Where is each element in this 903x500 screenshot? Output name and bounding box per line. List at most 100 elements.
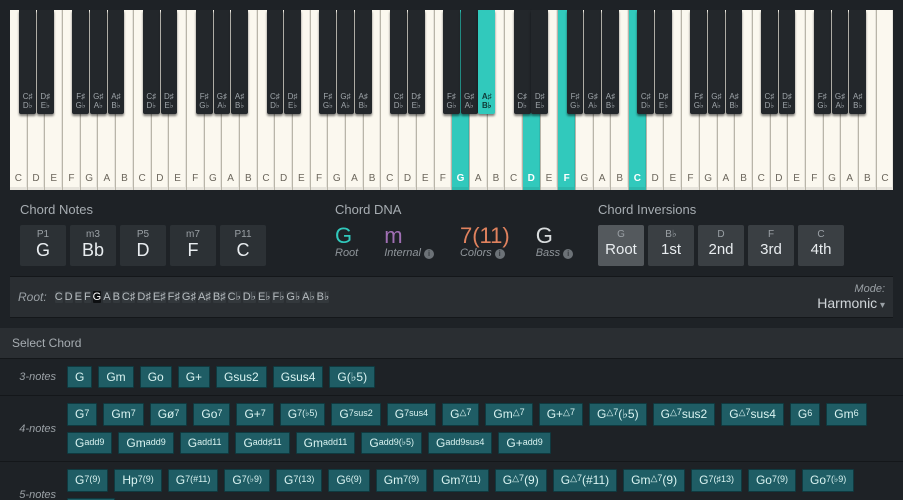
root-button[interactable]: C♭: [228, 291, 241, 303]
root-button[interactable]: C♯: [122, 291, 135, 303]
black-key[interactable]: G♯A♭: [708, 10, 725, 114]
black-key[interactable]: F♯G♭: [319, 10, 336, 114]
black-key[interactable]: C♯D♭: [19, 10, 36, 114]
chord-chip[interactable]: Gm7(9): [376, 469, 427, 492]
chord-note-pill[interactable]: m7F: [170, 225, 216, 266]
black-key[interactable]: A♯B♭: [602, 10, 619, 114]
black-key[interactable]: C♯D♭: [637, 10, 654, 114]
chord-chip[interactable]: Gmadd11: [296, 432, 356, 454]
black-key[interactable]: A♯B♭: [849, 10, 866, 114]
black-key[interactable]: C♯D♭: [143, 10, 160, 114]
chord-chip[interactable]: Gsus2: [216, 366, 267, 388]
black-key[interactable]: A♯B♭: [726, 10, 743, 114]
black-key[interactable]: A♯B♭: [478, 10, 495, 114]
black-key[interactable]: C♯D♭: [761, 10, 778, 114]
chord-chip[interactable]: G6(9): [328, 469, 369, 492]
black-key[interactable]: D♯E♭: [408, 10, 425, 114]
chord-chip[interactable]: G: [67, 366, 92, 388]
info-icon[interactable]: i: [563, 249, 573, 259]
black-key[interactable]: D♯E♭: [161, 10, 178, 114]
black-key[interactable]: F♯G♭: [443, 10, 460, 114]
chord-chip[interactable]: G7sus4: [387, 403, 436, 426]
black-key[interactable]: D♯E♭: [284, 10, 301, 114]
inversion-pill[interactable]: F3rd: [748, 225, 794, 266]
chord-chip[interactable]: G7(13): [276, 469, 322, 492]
chord-chip[interactable]: Gm7: [103, 403, 143, 426]
chord-chip[interactable]: Gadd9(♭5): [361, 432, 422, 454]
root-button[interactable]: G♯: [182, 291, 196, 303]
black-key[interactable]: A♯B♭: [231, 10, 248, 114]
chord-chip[interactable]: G(♭5): [329, 366, 375, 388]
black-key[interactable]: G♯A♭: [90, 10, 107, 114]
chord-chip[interactable]: Gsus4: [273, 366, 324, 388]
inversion-pill[interactable]: GRoot: [598, 225, 644, 266]
black-key[interactable]: D♯E♭: [655, 10, 672, 114]
chord-chip[interactable]: G7: [67, 403, 97, 426]
chord-chip[interactable]: Gm△7(9): [623, 469, 685, 492]
chord-chip[interactable]: Gø7: [150, 403, 188, 426]
chord-chip[interactable]: Go: [140, 366, 172, 388]
chord-chip[interactable]: G△7sus4: [721, 403, 784, 426]
black-key[interactable]: F♯G♭: [690, 10, 707, 114]
chord-chip[interactable]: Gadd9sus4: [428, 432, 492, 454]
root-button[interactable]: E♯: [153, 291, 166, 303]
black-key[interactable]: C♯D♭: [267, 10, 284, 114]
chord-note-pill[interactable]: P1G: [20, 225, 66, 266]
black-key[interactable]: F♯G♭: [196, 10, 213, 114]
chord-chip[interactable]: G+: [178, 366, 210, 388]
chord-chip[interactable]: G6: [790, 403, 820, 426]
chord-chip[interactable]: Hp7(9): [114, 469, 161, 492]
black-key[interactable]: D♯E♭: [531, 10, 548, 114]
chord-chip[interactable]: G△7sus2: [653, 403, 716, 426]
root-button[interactable]: A♭: [302, 291, 315, 303]
chord-chip[interactable]: Gm△7: [485, 403, 532, 426]
chord-chip[interactable]: Gadd11: [180, 432, 230, 454]
black-key[interactable]: F♯G♭: [72, 10, 89, 114]
black-key[interactable]: F♯G♭: [567, 10, 584, 114]
root-button[interactable]: G♭: [286, 291, 300, 303]
chord-chip[interactable]: G△7: [442, 403, 479, 426]
mode-select[interactable]: Harmonic: [817, 295, 885, 311]
chord-chip[interactable]: Go7: [193, 403, 230, 426]
root-button[interactable]: A♯: [198, 291, 211, 303]
chord-chip[interactable]: G7(9): [67, 469, 108, 492]
root-button[interactable]: F♭: [272, 291, 284, 303]
chord-chip[interactable]: Go7(9): [748, 469, 796, 492]
black-key[interactable]: D♯E♭: [37, 10, 54, 114]
black-key[interactable]: G♯A♭: [832, 10, 849, 114]
root-button[interactable]: F: [84, 291, 91, 303]
chord-chip[interactable]: Gm7(11): [433, 469, 489, 492]
root-button[interactable]: E♭: [258, 291, 271, 303]
black-key[interactable]: A♯B♭: [108, 10, 125, 114]
chord-chip[interactable]: Go7(♭9): [802, 469, 854, 492]
black-key[interactable]: C♯D♭: [390, 10, 407, 114]
black-key[interactable]: G♯A♭: [461, 10, 478, 114]
inversion-pill[interactable]: B♭1st: [648, 225, 694, 266]
white-key[interactable]: C: [877, 10, 894, 190]
root-button[interactable]: C: [55, 291, 63, 303]
chord-note-pill[interactable]: P11C: [220, 225, 266, 266]
root-button[interactable]: F♯: [168, 291, 180, 303]
root-button[interactable]: A: [103, 291, 110, 303]
chord-chip[interactable]: G7sus2: [331, 403, 380, 426]
chord-chip[interactable]: G7(#11): [168, 469, 219, 492]
chord-chip[interactable]: Gmadd9: [118, 432, 173, 454]
info-icon[interactable]: i: [424, 249, 434, 259]
inversion-pill[interactable]: C4th: [798, 225, 844, 266]
root-button[interactable]: B: [113, 291, 120, 303]
chord-chip[interactable]: Gadd♯11: [235, 432, 289, 454]
root-button[interactable]: G: [93, 291, 102, 303]
chord-chip[interactable]: G7(♯13): [691, 469, 742, 492]
black-key[interactable]: C♯D♭: [514, 10, 531, 114]
black-key[interactable]: F♯G♭: [814, 10, 831, 114]
chord-chip[interactable]: G△7(♭5): [589, 403, 647, 426]
root-button[interactable]: B♭: [317, 291, 330, 303]
chord-chip[interactable]: G+△7: [539, 403, 583, 426]
black-key[interactable]: G♯A♭: [214, 10, 231, 114]
black-key[interactable]: D♯E♭: [779, 10, 796, 114]
root-button[interactable]: B♯: [213, 291, 226, 303]
root-button[interactable]: D♯: [137, 291, 150, 303]
chord-chip[interactable]: G+7: [236, 403, 273, 426]
root-button[interactable]: D: [65, 291, 73, 303]
root-button[interactable]: D♭: [243, 291, 256, 303]
